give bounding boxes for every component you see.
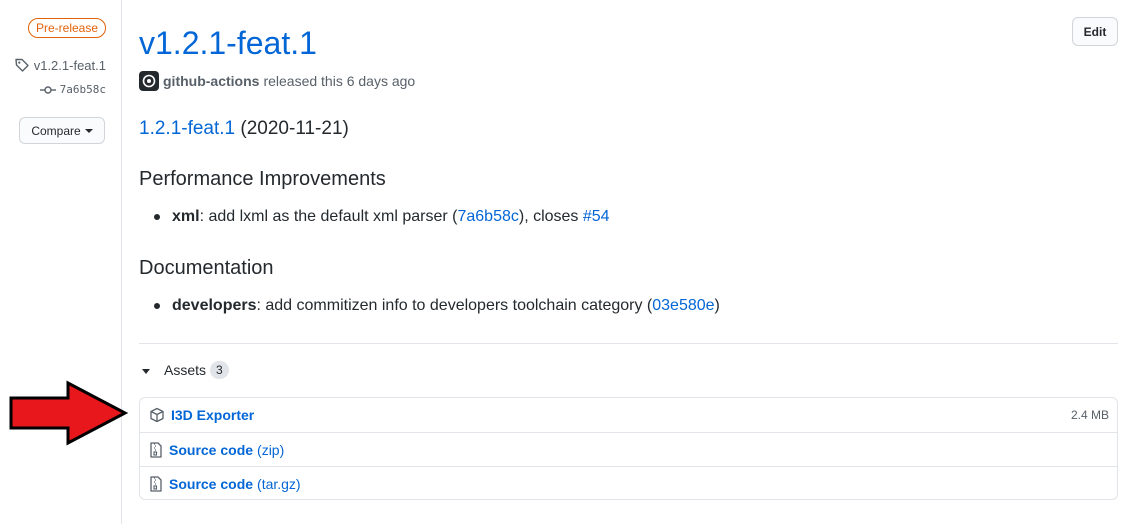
asset-format[interactable]: (tar.gz): [257, 476, 301, 492]
asset-row[interactable]: Source code (tar.gz): [140, 466, 1117, 500]
version-link[interactable]: 1.2.1-feat.1: [139, 118, 235, 139]
divider: [139, 343, 1118, 344]
file-zip-icon: [150, 441, 162, 458]
asset-row[interactable]: I3D Exporter 2.4 MB: [140, 398, 1117, 432]
edit-button[interactable]: Edit: [1072, 17, 1118, 46]
asset-size: 2.4 MB: [1070, 408, 1109, 422]
commit-icon: [39, 85, 56, 94]
assets-count: 3: [210, 361, 229, 379]
asset-name[interactable]: I3D Exporter: [171, 407, 254, 423]
tag-label: v1.2.1-feat.1: [33, 57, 106, 73]
prerelease-badge: Pre-release: [28, 18, 107, 38]
assets-label: Assets: [164, 362, 207, 378]
asset-row[interactable]: Source code (zip): [140, 432, 1117, 466]
list-item: developers: add commitizen info to devel…: [154, 297, 720, 315]
caret-down-icon: [84, 128, 93, 133]
commit-link[interactable]: 7a6b58c: [10, 83, 106, 96]
item-text-after: ), closes: [518, 208, 583, 225]
tag-link[interactable]: v1.2.1-feat.1: [10, 57, 106, 73]
scope-label: xml: [172, 208, 200, 225]
github-actions-icon: [142, 74, 156, 88]
red-arrow-icon: [9, 380, 128, 446]
assets-list: I3D Exporter 2.4 MB Source code (zip) So…: [139, 397, 1118, 500]
release-byline: github-actions released this 6 days ago: [139, 71, 415, 91]
commit-link[interactable]: 03e580e: [652, 297, 714, 314]
package-icon: [150, 407, 164, 423]
asset-format[interactable]: (zip): [257, 442, 284, 458]
asset-name[interactable]: Source code: [169, 442, 253, 458]
scope-label: developers: [172, 297, 257, 314]
file-zip-icon: [150, 475, 162, 492]
item-text-after: ): [714, 297, 720, 314]
author-link[interactable]: github-actions: [163, 73, 259, 89]
commit-sha: 7a6b58c: [59, 83, 106, 96]
item-text: : add commitizen info to developers tool…: [256, 297, 653, 314]
issue-link[interactable]: #54: [583, 208, 610, 225]
section-heading-performance: Performance Improvements: [139, 168, 386, 190]
compare-button[interactable]: Compare: [19, 117, 105, 144]
list-item: xml: add lxml as the default xml parser …: [154, 208, 610, 226]
release-title[interactable]: v1.2.1-feat.1: [139, 22, 317, 64]
tag-icon: [15, 58, 29, 72]
compare-label: Compare: [31, 123, 81, 138]
version-heading: 1.2.1-feat.1 (2020-11-21): [139, 118, 349, 140]
release-time: released this 6 days ago: [263, 73, 416, 89]
section-heading-documentation: Documentation: [139, 257, 274, 279]
assets-toggle[interactable]: Assets 3: [142, 361, 229, 379]
commit-link[interactable]: 7a6b58c: [457, 208, 518, 225]
item-text: : add lxml as the default xml parser (: [199, 208, 458, 225]
version-date: (2020-11-21): [240, 118, 349, 139]
bullet-dot: [154, 214, 160, 220]
triangle-down-icon: [142, 368, 150, 374]
bullet-dot: [154, 303, 160, 309]
asset-name[interactable]: Source code: [169, 476, 253, 492]
avatar[interactable]: [139, 71, 159, 91]
